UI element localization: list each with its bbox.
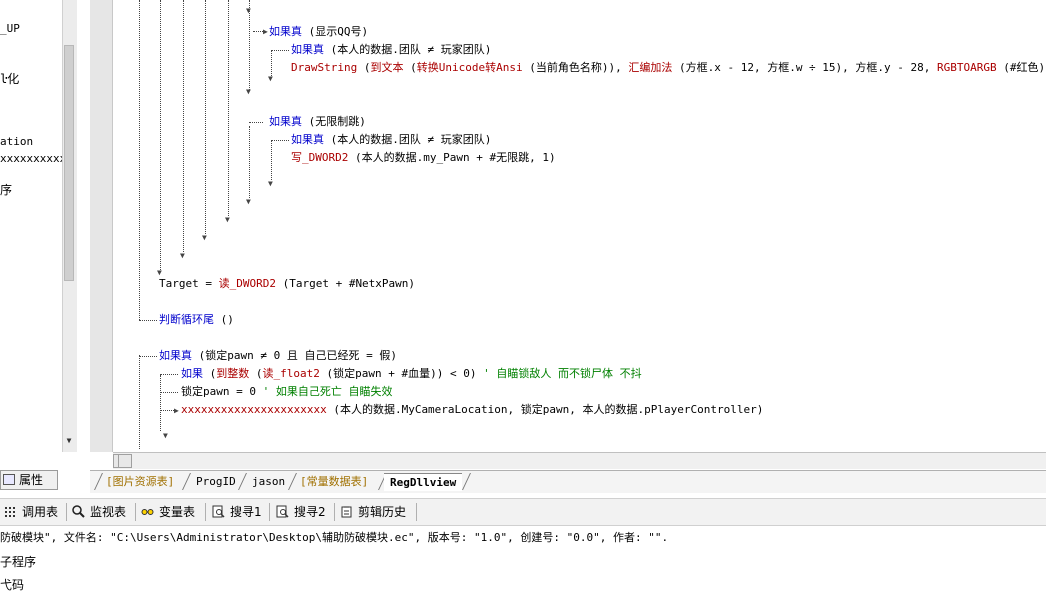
editor-tab-bar: [图片资源表] ProgID jason [常量数据表] RegDllview [90,470,1046,493]
code-line[interactable]: 如果真 (显示QQ号) [269,25,368,39]
variable-table-button[interactable]: 变量表 [141,503,195,521]
toolbar-separator [416,503,417,521]
flow-arrow-icon: ▶ [263,27,268,36]
search2-button[interactable]: 搜寻2 [276,503,326,521]
toolbar-separator [205,503,206,521]
grid-icon [5,507,15,517]
tab-image-resources[interactable]: [图片资源表] [100,473,180,490]
flow-arrow-icon: ▼ [225,215,230,224]
flow-arrow-icon: ▼ [157,268,162,277]
tab-constant-table[interactable]: [常量数据表] [294,473,374,490]
flow-arrow-icon: ▶ [174,406,179,415]
left-panel-item[interactable]: 序 [0,181,12,198]
block-guide-line [205,0,206,234]
block-guide-line [139,355,140,449]
flow-arrow-icon: ▼ [246,6,251,15]
block-guide-line [271,140,289,141]
clipboard-icon [341,506,352,518]
tab-progid[interactable]: ProgID [190,473,242,490]
glasses-icon [141,509,154,515]
properties-icon [3,474,15,485]
tab-separator [462,473,471,490]
magnifier-icon [72,505,85,518]
code-line[interactable]: 如果真 (无限制跳) [269,115,366,129]
block-guide-line [139,320,157,321]
code-line[interactable]: 如果真 (锁定pawn ≠ 0 且 自己已经死 = 假) [159,349,397,363]
document-search-icon [212,505,225,518]
left-panel-item[interactable]: _UP [0,22,20,35]
toolbar-separator [135,503,136,521]
code-line[interactable]: 锁定pawn = 0 ' 如果自己死亡 自瞄失效 [181,385,392,399]
left-panel-scroll-thumb[interactable] [64,45,74,281]
flow-arrow-icon: ▼ [246,197,251,206]
tab-jason[interactable]: jason [246,473,291,490]
flow-arrow-icon: ▼ [202,233,207,242]
editor-horizontal-scrollbar[interactable] [113,452,1046,469]
left-panel-item[interactable]: ation [0,135,33,148]
block-guide-line [271,50,289,51]
flow-arrow-icon: ▼ [163,431,168,440]
output-line: 防破模块", 文件名: "C:\Users\Administrator\Desk… [0,531,669,544]
properties-tab-label: 属性 [19,473,44,487]
document-search-icon [276,505,289,518]
code-line[interactable]: 如果真 (本人的数据.团队 ≠ 玩家团队) [291,133,491,147]
toolbar-separator [334,503,335,521]
block-guide-line [160,0,161,272]
block-guide-line [139,356,157,357]
flow-arrow-icon: ▼ [246,87,251,96]
block-guide-line [139,0,140,320]
call-table-button[interactable]: 调用表 [4,503,58,521]
block-guide-line [249,122,263,123]
left-panel-item[interactable]: ŀ化 [0,70,19,87]
code-editor[interactable]: ▼ ▶ ▼ ▼ ▼ ▼ ▼ ▼ ▼ ▼ ▶ ▼ 如果真 (显示QQ号) 如果真 … [113,0,1046,452]
tab-regdllview[interactable]: RegDllview [384,473,463,491]
bottom-toolbar: 调用表 监视表 变量表 搜寻1 搜寻2 剪辑历史 [0,498,1046,526]
block-guide-line [228,0,229,216]
code-line[interactable]: 写_DWORD2 (本人的数据.my_Pawn + #无限跳, 1) [291,151,556,165]
watch-table-button[interactable]: 监视表 [72,503,126,521]
toolbar-separator [269,503,270,521]
scroll-down-arrow-icon[interactable]: ▼ [63,436,75,448]
code-line[interactable]: Target = 读_DWORD2 (Target + #NetxPawn) [159,277,415,291]
code-line[interactable]: 判断循环尾 () [159,313,234,327]
code-line[interactable]: DrawString (到文本 (转换Unicode转Ansi (当前角色名称)… [291,61,1046,75]
block-guide-line [271,140,272,180]
code-line[interactable]: 如果 (到整数 (读_float2 (锁定pawn + #血量)) < 0) '… [181,367,642,381]
block-guide-line [160,375,161,431]
flow-arrow-icon: ▼ [180,251,185,260]
output-line: 子程序 [0,555,37,569]
code-line[interactable]: xxxxxxxxxxxxxxxxxxxxxx (本人的数据.MyCameraLo… [181,403,763,417]
block-guide-line [253,31,263,32]
search1-button[interactable]: 搜寻1 [212,503,262,521]
output-line: 弋码 [0,578,25,592]
scroll-right-button[interactable] [118,454,132,468]
flow-arrow-icon: ▼ [268,74,273,83]
flow-arrow-icon: ▼ [268,179,273,188]
code-line[interactable]: 如果真 (本人的数据.团队 ≠ 玩家团队) [291,43,491,57]
block-guide-line [160,392,178,393]
block-guide-line [249,126,250,198]
toolbar-separator [66,503,67,521]
properties-tab[interactable]: 属性 [0,470,58,490]
clip-history-button[interactable]: 剪辑历史 [340,503,406,521]
block-guide-line [160,374,178,375]
block-guide-line [160,410,174,411]
block-guide-line [183,0,184,252]
editor-gutter [90,0,113,452]
